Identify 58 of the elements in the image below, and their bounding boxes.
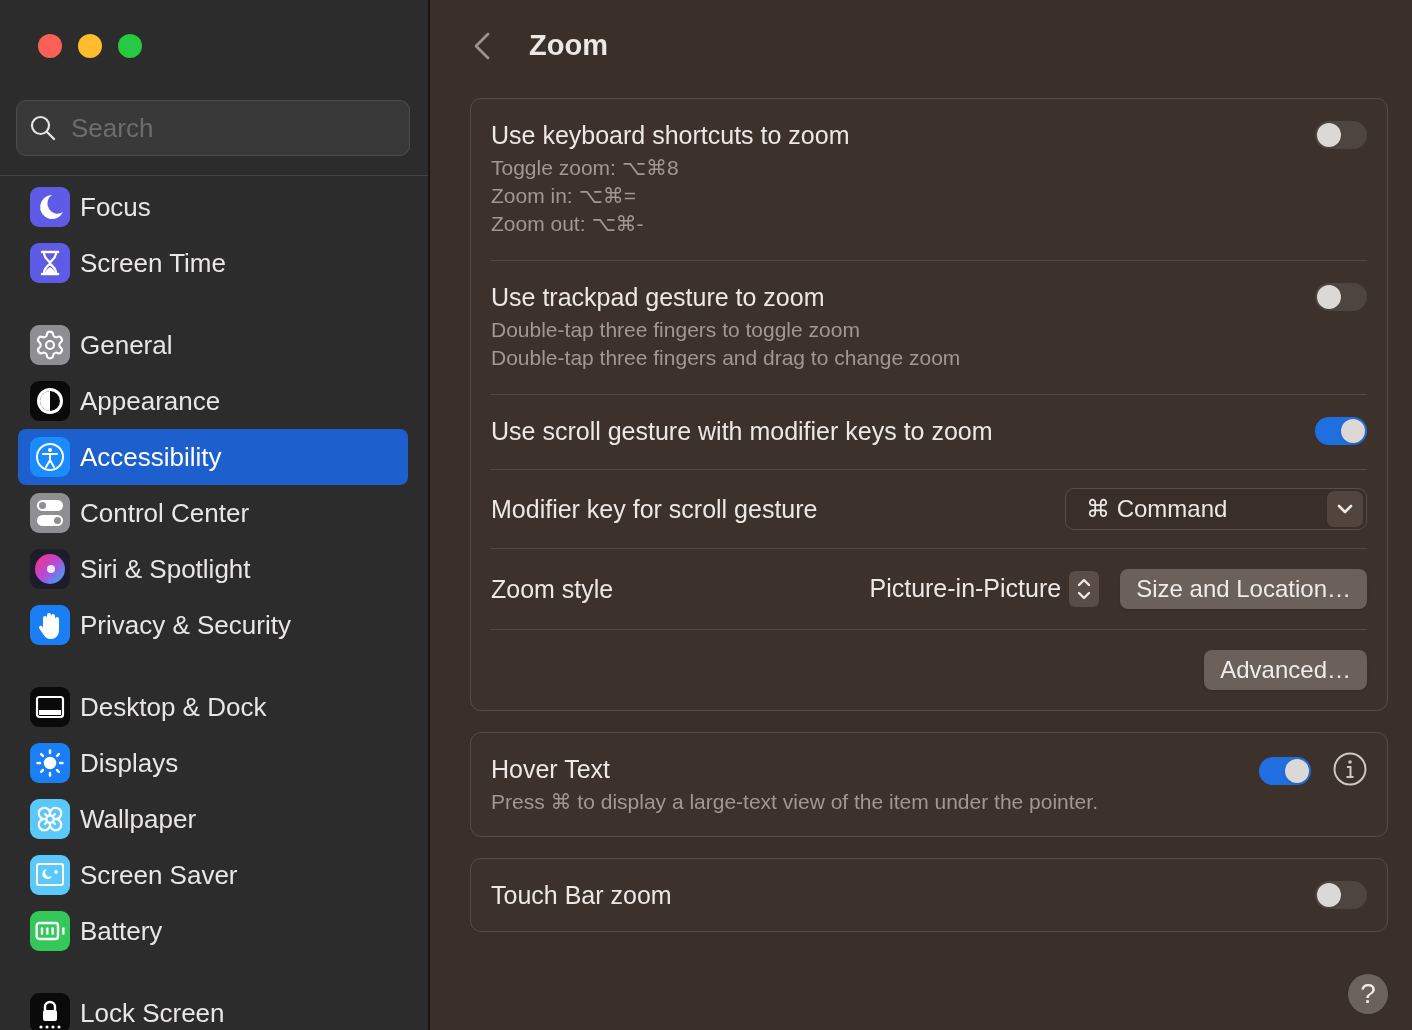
sidebar-item[interactable]: Control Center	[18, 485, 408, 541]
fullscreen-icon[interactable]	[118, 34, 142, 58]
page-title: Zoom	[529, 28, 608, 64]
toggle-switch[interactable]	[1315, 121, 1367, 149]
select-dropdown[interactable]: ⌘ Command	[1065, 488, 1367, 530]
search-icon	[30, 115, 56, 141]
gear-icon	[30, 325, 70, 365]
moon-icon	[30, 187, 70, 227]
minimize-icon[interactable]	[78, 34, 102, 58]
setting-description: Zoom out: ⌥⌘-	[491, 211, 645, 237]
setting-label: Modifier key for scroll gesture	[491, 494, 818, 525]
orb-icon	[30, 549, 70, 589]
sidebar-item[interactable]: Displays	[18, 735, 408, 791]
flower-icon	[30, 799, 70, 839]
up-down-chevron-icon	[1069, 571, 1100, 607]
chevron-left-icon[interactable]	[472, 31, 492, 61]
advanced-button[interactable]: Advanced…	[1204, 650, 1367, 690]
setting-description: Zoom in: ⌥⌘=	[491, 183, 637, 209]
setting-description: Toggle zoom: ⌥⌘8	[491, 155, 680, 181]
sun-icon	[30, 743, 70, 783]
size-and-location-button[interactable]: Size and Location…	[1120, 569, 1367, 609]
toggle-switch[interactable]	[1315, 283, 1367, 311]
sidebar-item[interactable]: Screen Time	[18, 235, 408, 291]
dock-icon	[30, 687, 70, 727]
info-icon[interactable]	[1333, 752, 1367, 786]
accessibility-icon	[30, 437, 70, 477]
popup-button[interactable]: Picture-in-Picture	[869, 570, 1100, 608]
sidebar-item[interactable]: Focus	[18, 179, 408, 235]
hourglass-icon	[30, 243, 70, 283]
monitor-moon-icon	[30, 855, 70, 895]
battery-icon	[30, 911, 70, 951]
toggles-icon	[30, 493, 70, 533]
setting-description: Double-tap three fingers to toggle zoom	[491, 317, 861, 343]
sidebar-item[interactable]: Desktop & Dock	[18, 679, 408, 735]
sidebar-item[interactable]: Lock Screen	[18, 985, 408, 1030]
sidebar-item[interactable]: Battery	[18, 903, 408, 959]
sidebar-item[interactable]: General	[18, 317, 408, 373]
sidebar-item[interactable]: Screen Saver	[18, 847, 408, 903]
setting-title: Use keyboard shortcuts to zoom	[491, 120, 850, 151]
setting-title: Use trackpad gesture to zoom	[491, 282, 826, 313]
setting-title: Use scroll gesture with modifier keys to zoom	[491, 416, 993, 447]
sidebar-item[interactable]: Siri & Spotlight	[18, 541, 408, 597]
setting-title: Hover Text	[491, 754, 612, 785]
setting-description: Double-tap three fingers and drag to change zoom	[491, 345, 961, 371]
setting-description: Press ⌘ to display a large-text view of the item under the pointer.	[491, 789, 1098, 815]
setting-label: Zoom style	[491, 574, 614, 605]
hand-icon	[30, 605, 70, 645]
sidebar-item[interactable]: Wallpaper	[18, 791, 408, 847]
sidebar-item[interactable]: Appearance	[18, 373, 408, 429]
sidebar-item[interactable]: Privacy & Security	[18, 597, 408, 653]
toggle-switch[interactable]	[1259, 756, 1311, 785]
help-button[interactable]: ?	[1348, 974, 1388, 1014]
close-icon[interactable]	[38, 34, 62, 58]
chevron-down-icon	[1327, 491, 1363, 527]
sidebar-item[interactable]: Accessibility	[18, 429, 408, 485]
toggle-switch[interactable]	[1315, 417, 1367, 445]
setting-title: Touch Bar zoom	[491, 880, 672, 911]
toggle-switch[interactable]	[1315, 881, 1367, 909]
